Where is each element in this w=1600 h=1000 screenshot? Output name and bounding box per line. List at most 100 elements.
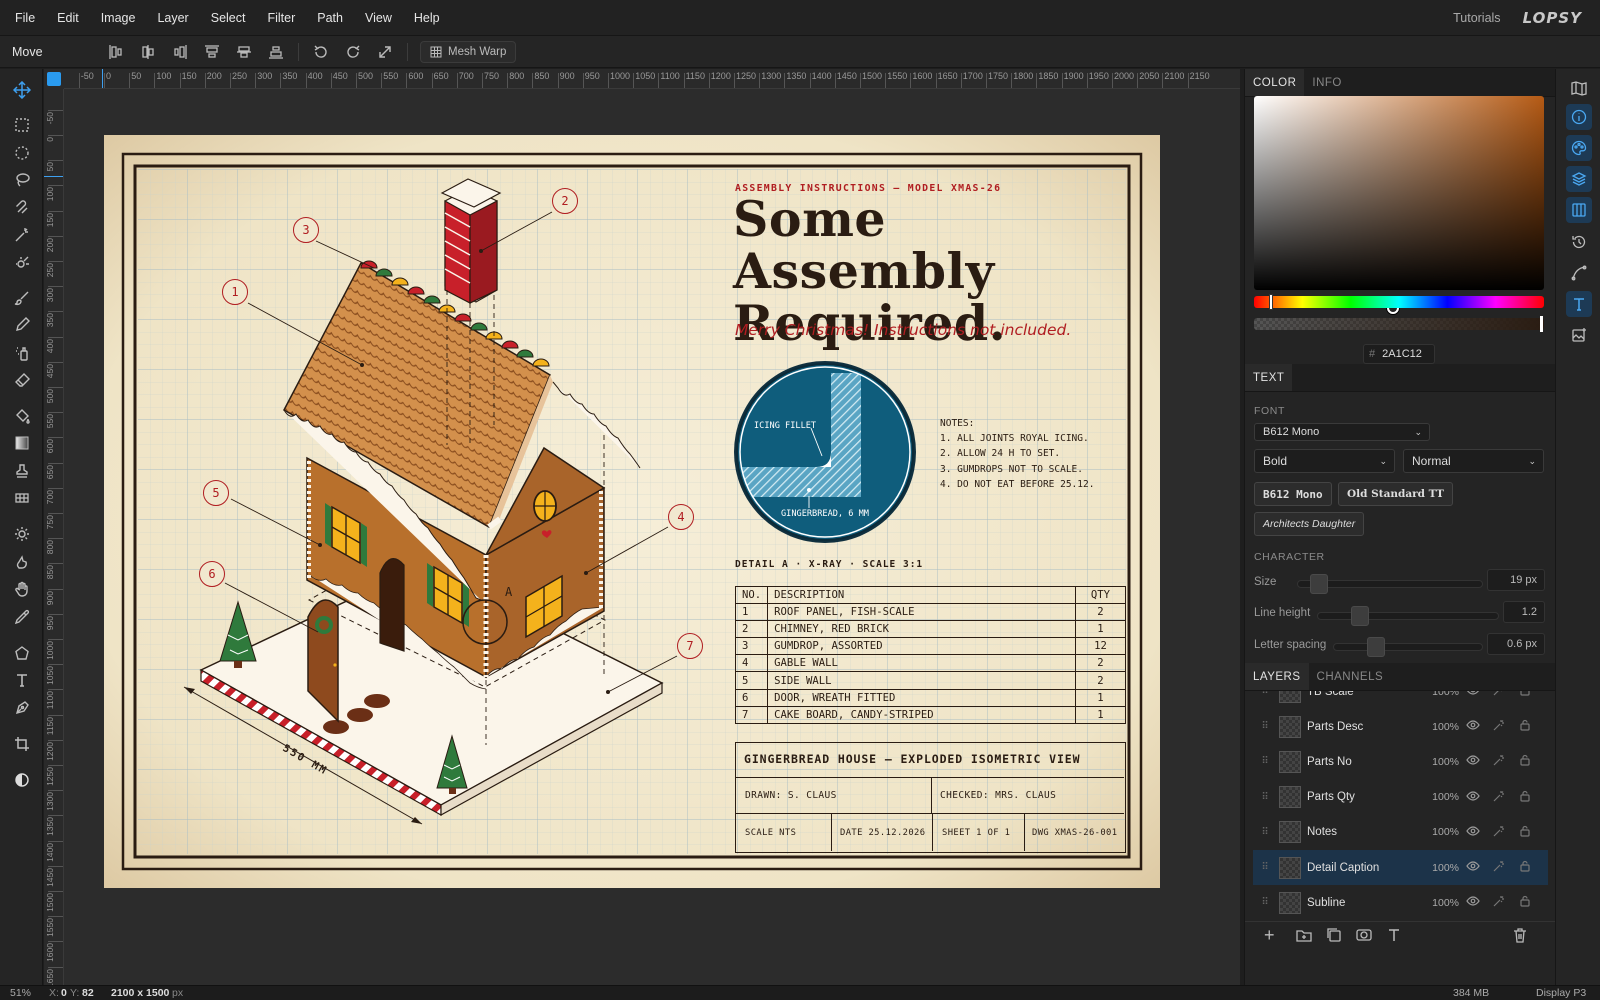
- align-right-icon[interactable]: [164, 36, 196, 68]
- layer-row[interactable]: ⠿ Parts Qty 100%: [1253, 780, 1548, 815]
- layer-opacity[interactable]: 100%: [1425, 897, 1459, 909]
- paint-bucket-icon[interactable]: [8, 403, 36, 429]
- layer-opacity[interactable]: 100%: [1425, 826, 1459, 838]
- effects-icon[interactable]: [1487, 789, 1511, 806]
- mask-icon[interactable]: [1355, 926, 1373, 944]
- magnetic-lasso-icon[interactable]: [8, 195, 36, 221]
- lock-icon[interactable]: [1513, 859, 1537, 876]
- add-layer-icon[interactable]: +: [1264, 926, 1283, 944]
- font-style-select[interactable]: Normal ⌄: [1403, 449, 1544, 473]
- font-weight-select[interactable]: Bold ⌄: [1254, 449, 1395, 473]
- letter-spacing-knob[interactable]: [1367, 637, 1385, 657]
- drag-handle-icon[interactable]: ⠿: [1257, 862, 1273, 873]
- menu-filter[interactable]: Filter: [256, 11, 306, 25]
- rect-select-icon[interactable]: [8, 112, 36, 138]
- horizontal-ruler[interactable]: -50 0 50 100 150 200 250 300 350 400 450 500 550 600 6…: [64, 69, 1240, 89]
- align-left-icon[interactable]: [100, 36, 132, 68]
- new-group-icon[interactable]: [1295, 926, 1313, 944]
- lock-icon[interactable]: [1513, 753, 1537, 770]
- pattern-stamp-icon[interactable]: [8, 485, 36, 511]
- line-height-slider[interactable]: [1317, 606, 1499, 626]
- eye-icon[interactable]: [1461, 824, 1485, 841]
- drag-handle-icon[interactable]: ⠿: [1257, 756, 1273, 767]
- hex-input[interactable]: # 2A1C12: [1363, 344, 1435, 364]
- history-icon[interactable]: [1566, 229, 1592, 255]
- gradient-icon[interactable]: [8, 430, 36, 456]
- ellipse-select-icon[interactable]: [8, 140, 36, 166]
- contrast-icon[interactable]: [8, 767, 36, 793]
- path-icon[interactable]: [1566, 260, 1592, 286]
- artboard[interactable]: A 550 MM ICING FILLET GINGERBREAD, 6 MM …: [104, 135, 1160, 888]
- layer-opacity[interactable]: 100%: [1425, 691, 1459, 698]
- menu-edit[interactable]: Edit: [46, 11, 90, 25]
- layer-name[interactable]: Parts No: [1307, 756, 1425, 768]
- layer-name[interactable]: Parts Qty: [1307, 791, 1425, 803]
- layer-name[interactable]: Detail Caption: [1307, 862, 1425, 874]
- zoom-level[interactable]: 51%: [10, 987, 31, 999]
- layer-opacity[interactable]: 100%: [1425, 862, 1459, 874]
- layer-name[interactable]: Notes: [1307, 826, 1425, 838]
- line-height-value[interactable]: 1.2: [1503, 601, 1545, 623]
- lock-icon[interactable]: [1513, 894, 1537, 911]
- layer-opacity[interactable]: 100%: [1425, 721, 1459, 733]
- layer-row[interactable]: ⠿ Parts Desc 100%: [1253, 709, 1548, 744]
- brush-icon[interactable]: [8, 285, 36, 311]
- eye-icon[interactable]: [1461, 789, 1485, 806]
- layer-opacity[interactable]: 100%: [1425, 756, 1459, 768]
- drag-handle-icon[interactable]: ⠿: [1257, 792, 1273, 803]
- eyedropper-icon[interactable]: [8, 604, 36, 630]
- effects-icon[interactable]: [1487, 753, 1511, 770]
- move-tool-icon[interactable]: [8, 77, 36, 103]
- lock-icon[interactable]: [1513, 691, 1537, 700]
- lock-icon[interactable]: [1513, 718, 1537, 735]
- size-value[interactable]: 19 px: [1487, 569, 1545, 591]
- effects-icon[interactable]: [1487, 718, 1511, 735]
- eye-icon[interactable]: [1461, 753, 1485, 770]
- vertical-ruler[interactable]: -50 0 50 100 150 200 250 300 350 400 450 500 550 600 6…: [44, 89, 64, 985]
- menu-select[interactable]: Select: [200, 11, 257, 25]
- eraser-icon[interactable]: [8, 367, 36, 393]
- dodge-icon[interactable]: [8, 521, 36, 547]
- align-top-icon[interactable]: [196, 36, 228, 68]
- drag-handle-icon[interactable]: ⠿: [1257, 827, 1273, 838]
- font-chip-old-standard[interactable]: Old Standard TT: [1338, 482, 1453, 506]
- columns-icon[interactable]: [1566, 197, 1592, 223]
- spray-icon[interactable]: [8, 340, 36, 366]
- text-tool-icon[interactable]: [8, 667, 36, 693]
- effects-icon[interactable]: [1487, 894, 1511, 911]
- effects-icon[interactable]: [1487, 859, 1511, 876]
- menu-path[interactable]: Path: [306, 11, 354, 25]
- align-center-h-icon[interactable]: [132, 36, 164, 68]
- menu-file[interactable]: File: [0, 11, 46, 25]
- eye-icon[interactable]: [1461, 859, 1485, 876]
- crop-icon[interactable]: [8, 731, 36, 757]
- layer-opacity[interactable]: 100%: [1425, 791, 1459, 803]
- size-slider[interactable]: [1297, 574, 1483, 594]
- expand-icon[interactable]: [369, 36, 401, 68]
- layer-row[interactable]: ⠿ Notes 100%: [1253, 815, 1548, 850]
- duplicate-layer-icon[interactable]: [1325, 926, 1343, 944]
- rotate-cw-icon[interactable]: [337, 36, 369, 68]
- drag-handle-icon[interactable]: ⠿: [1257, 691, 1273, 697]
- size-knob[interactable]: [1309, 574, 1328, 594]
- delete-layer-icon[interactable]: [1511, 926, 1529, 944]
- pen-tool-icon[interactable]: [8, 695, 36, 721]
- tab-layers[interactable]: LAYERS: [1245, 663, 1309, 690]
- effects-icon[interactable]: [1487, 824, 1511, 841]
- layers-icon[interactable]: [1566, 166, 1592, 192]
- hue-slider[interactable]: [1254, 296, 1544, 308]
- menu-help[interactable]: Help: [403, 11, 451, 25]
- lock-icon[interactable]: [1513, 824, 1537, 841]
- eye-icon[interactable]: [1461, 718, 1485, 735]
- text-layer-icon[interactable]: [1385, 926, 1403, 944]
- layer-name[interactable]: Subline: [1307, 897, 1425, 909]
- lasso-icon[interactable]: [8, 167, 36, 193]
- letter-spacing-slider[interactable]: [1333, 637, 1483, 657]
- tab-text[interactable]: TEXT: [1245, 364, 1293, 391]
- layer-row[interactable]: ⠿ Subline 100%: [1253, 885, 1548, 919]
- menu-view[interactable]: View: [354, 11, 403, 25]
- text-panel-icon[interactable]: [1566, 291, 1592, 317]
- magic-wand-icon[interactable]: [8, 222, 36, 248]
- layer-row[interactable]: ⠿ Parts No 100%: [1253, 744, 1548, 779]
- layer-name[interactable]: Parts Desc: [1307, 721, 1425, 733]
